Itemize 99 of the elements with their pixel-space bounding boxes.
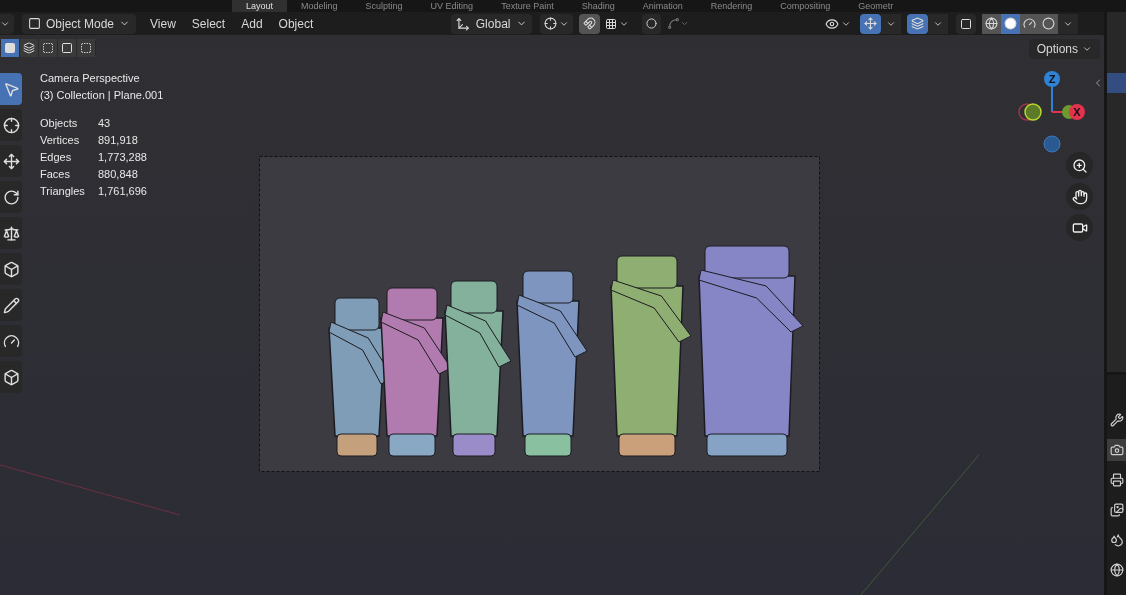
stat-label: Triangles bbox=[40, 184, 86, 199]
workspace-tab[interactable]: Layout bbox=[232, 0, 288, 12]
scale-icon bbox=[2, 224, 20, 242]
options-dropdown[interactable]: Options bbox=[1028, 39, 1100, 59]
globe-icon bbox=[985, 17, 998, 30]
axes-icon bbox=[455, 16, 470, 31]
rotate-icon bbox=[2, 188, 20, 206]
filled-square-icon bbox=[4, 42, 16, 54]
extend-selection-button[interactable] bbox=[20, 39, 38, 57]
images-icon bbox=[1110, 503, 1124, 517]
stat-label: Vertices bbox=[40, 133, 81, 148]
zoom-navigation-button[interactable] bbox=[1066, 152, 1093, 179]
workspace-tab[interactable]: Animation bbox=[628, 0, 697, 12]
wrench-icon bbox=[1110, 413, 1124, 427]
xray-toggle[interactable] bbox=[956, 13, 976, 34]
pointer-icon bbox=[2, 80, 20, 98]
filled-circle-icon bbox=[1004, 17, 1017, 30]
measure-tool-button[interactable] bbox=[0, 325, 22, 357]
circle-icon bbox=[646, 18, 658, 29]
pivot-icon bbox=[544, 17, 558, 30]
camera-navigation-button[interactable] bbox=[1066, 214, 1093, 241]
orientation-dropdown[interactable]: Global bbox=[450, 13, 533, 34]
solid-shading-button[interactable] bbox=[1001, 13, 1020, 34]
annotate-tool-button[interactable] bbox=[0, 289, 22, 321]
workspace-tab[interactable]: Shading bbox=[567, 0, 629, 12]
square-icon bbox=[960, 17, 972, 30]
cube-icon bbox=[2, 260, 20, 278]
workspace-tab[interactable]: Modeling bbox=[287, 0, 352, 12]
menu-item[interactable]: Object bbox=[270, 14, 322, 33]
axis-handle[interactable]: Z bbox=[1044, 71, 1060, 87]
view-name: Camera Perspective bbox=[40, 71, 141, 86]
axis-handle[interactable]: X bbox=[1069, 104, 1085, 120]
crosshair-icon bbox=[2, 116, 20, 134]
workspace-tab[interactable]: UV Editing bbox=[416, 0, 488, 12]
stacked-squares-icon bbox=[23, 42, 35, 54]
workspace-tab[interactable]: Compositing bbox=[766, 0, 845, 12]
menu-item[interactable]: View bbox=[142, 14, 184, 33]
dashed-square-icon bbox=[42, 42, 54, 54]
subtract-selection-button[interactable] bbox=[39, 39, 57, 57]
workspace-tab[interactable]: Texture Paint bbox=[487, 0, 568, 12]
workspace-tab[interactable]: Rendering bbox=[696, 0, 767, 12]
pan-navigation-button[interactable] bbox=[1066, 183, 1093, 210]
wireframe-shading-button[interactable] bbox=[982, 13, 1001, 34]
menu-item[interactable]: Select bbox=[183, 14, 234, 33]
collection-label: (3) Collection | Plane.001 bbox=[40, 88, 164, 103]
scale-tool-button[interactable] bbox=[0, 217, 22, 249]
stat-value: 43 bbox=[98, 116, 112, 131]
droplets-icon bbox=[1110, 533, 1124, 547]
stat-value: 891,918 bbox=[98, 133, 139, 148]
camera-icon bbox=[1110, 443, 1124, 457]
hand-icon bbox=[1071, 188, 1088, 205]
proportional-toggle[interactable] bbox=[642, 13, 662, 34]
overlay-toggle[interactable] bbox=[907, 13, 928, 34]
gizmo-toggle[interactable] bbox=[860, 13, 881, 34]
move-arrows-icon bbox=[2, 152, 20, 170]
axis-handle[interactable] bbox=[1018, 103, 1042, 121]
sphere-icon bbox=[1042, 17, 1055, 30]
rotate-tool-button[interactable] bbox=[0, 181, 22, 213]
object-mode-icon bbox=[28, 17, 41, 30]
pencil-icon bbox=[2, 296, 20, 314]
printer-icon bbox=[1110, 473, 1124, 487]
rendered-shading-button[interactable] bbox=[1039, 13, 1058, 34]
workspace-tab[interactable]: Geometr bbox=[844, 0, 908, 12]
move-arrows-icon bbox=[864, 17, 877, 30]
square-icon bbox=[61, 42, 73, 54]
curve-icon bbox=[667, 17, 681, 30]
zoom-icon bbox=[1071, 157, 1088, 174]
mode-dropdown[interactable]: Object Mode bbox=[22, 13, 137, 34]
layers-icon bbox=[911, 17, 924, 30]
stat-label: Edges bbox=[40, 150, 73, 165]
caret-icon bbox=[680, 19, 690, 28]
3d-viewport[interactable]: Options Camera Perspective (3) Collection | Plane.001 Objects 43 Vertices 891,918 Edges 1,773,288 Faces 880,848 Triangles 1,761,696 Z X bbox=[0, 35, 1104, 595]
grid-icon bbox=[605, 17, 618, 30]
dashed-square-icon bbox=[80, 42, 92, 54]
stat-label: Objects bbox=[40, 116, 79, 131]
stat-value: 880,848 bbox=[98, 167, 139, 182]
cube-icon bbox=[2, 368, 20, 386]
transform-tool-button[interactable] bbox=[0, 253, 22, 285]
render-properties-tab[interactable] bbox=[1107, 439, 1126, 461]
eye-icon bbox=[825, 16, 839, 31]
snap-toggle[interactable] bbox=[579, 13, 601, 34]
globe-icon bbox=[1110, 563, 1124, 577]
axis-handle[interactable] bbox=[1043, 135, 1061, 153]
move-tool-button[interactable] bbox=[0, 145, 22, 177]
stat-label: Faces bbox=[40, 167, 71, 182]
stat-value: 1,773,288 bbox=[98, 150, 148, 165]
stat-value: 1,761,696 bbox=[98, 184, 148, 199]
invert-selection-button[interactable] bbox=[58, 39, 76, 57]
menu-item[interactable]: Add bbox=[233, 14, 271, 33]
magnet-icon bbox=[583, 17, 597, 30]
select-tool-button[interactable] bbox=[0, 73, 22, 105]
intersect-selection-button[interactable] bbox=[77, 39, 95, 57]
set-selection-button[interactable] bbox=[1, 39, 19, 57]
caret-icon bbox=[1082, 44, 1092, 54]
cursor-tool-button[interactable] bbox=[0, 109, 22, 141]
material-shading-button[interactable] bbox=[1020, 13, 1039, 34]
add-cube-tool-button[interactable] bbox=[0, 361, 22, 393]
pivot-dropdown[interactable] bbox=[540, 13, 574, 34]
workspace-tab[interactable]: Sculpting bbox=[351, 0, 417, 12]
